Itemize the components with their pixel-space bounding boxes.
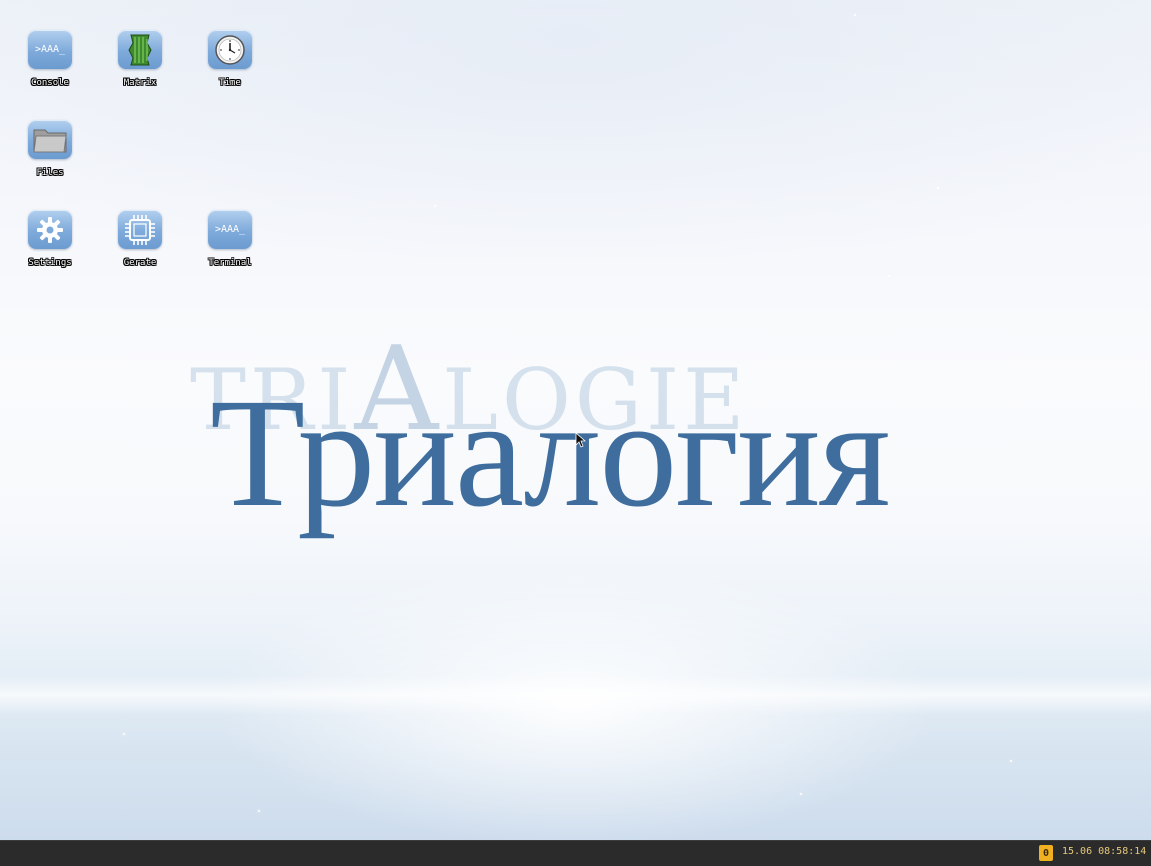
desktop-background: >AAA_ Console Matrix Time Files Settings… bbox=[0, 0, 1151, 840]
desktop-icon-label: Gerate bbox=[123, 258, 157, 268]
desktop-icon-terminal[interactable]: >AAA_ Terminal bbox=[185, 180, 275, 268]
desktop-icon-gerate[interactable]: Gerate bbox=[95, 180, 185, 268]
logo-title: Триалогия bbox=[210, 366, 891, 539]
desktop-icon-label: Files bbox=[36, 168, 64, 178]
wallpaper-sparkle bbox=[800, 793, 802, 795]
desktop-icon-files[interactable]: Files bbox=[5, 90, 95, 178]
chip-icon bbox=[118, 210, 162, 249]
desktop-icon-label: Matrix bbox=[123, 78, 157, 88]
terminal-icon: >AAA_ bbox=[208, 210, 252, 249]
desktop-icon-label: Settings bbox=[28, 258, 72, 268]
desktop-icon-console[interactable]: >AAA_ Console bbox=[5, 0, 95, 88]
desktop-icon-label: Time bbox=[219, 78, 241, 88]
desktop-icon-time[interactable]: Time bbox=[185, 0, 275, 88]
desktop-icon-label: Terminal bbox=[208, 258, 252, 268]
mouse-cursor-icon bbox=[575, 432, 587, 448]
wallpaper-sparkle bbox=[258, 810, 260, 812]
wallpaper-sparkle bbox=[123, 733, 125, 735]
wallpaper-sparkle bbox=[854, 14, 856, 16]
console-icon: >AAA_ bbox=[28, 30, 72, 69]
desktop-icon-settings[interactable]: Settings bbox=[5, 180, 95, 268]
notification-badge[interactable]: 0 bbox=[1039, 845, 1053, 861]
clock-icon bbox=[208, 30, 252, 69]
taskbar-clock[interactable]: 15.06 08:58:14 bbox=[1062, 846, 1146, 857]
wallpaper-sparkle bbox=[434, 205, 436, 207]
folder-icon bbox=[28, 120, 72, 159]
matrix-icon bbox=[118, 30, 162, 69]
desktop-icon-label: Console bbox=[31, 78, 69, 88]
wallpaper-sparkle bbox=[888, 275, 890, 277]
taskbar: 0 15.06 08:58:14 bbox=[0, 840, 1151, 866]
gear-icon bbox=[28, 210, 72, 249]
wallpaper-sparkle bbox=[1010, 760, 1012, 762]
desktop-icon-matrix[interactable]: Matrix bbox=[95, 0, 185, 88]
wallpaper-sparkle bbox=[937, 187, 939, 189]
wallpaper-horizon bbox=[0, 675, 1151, 715]
